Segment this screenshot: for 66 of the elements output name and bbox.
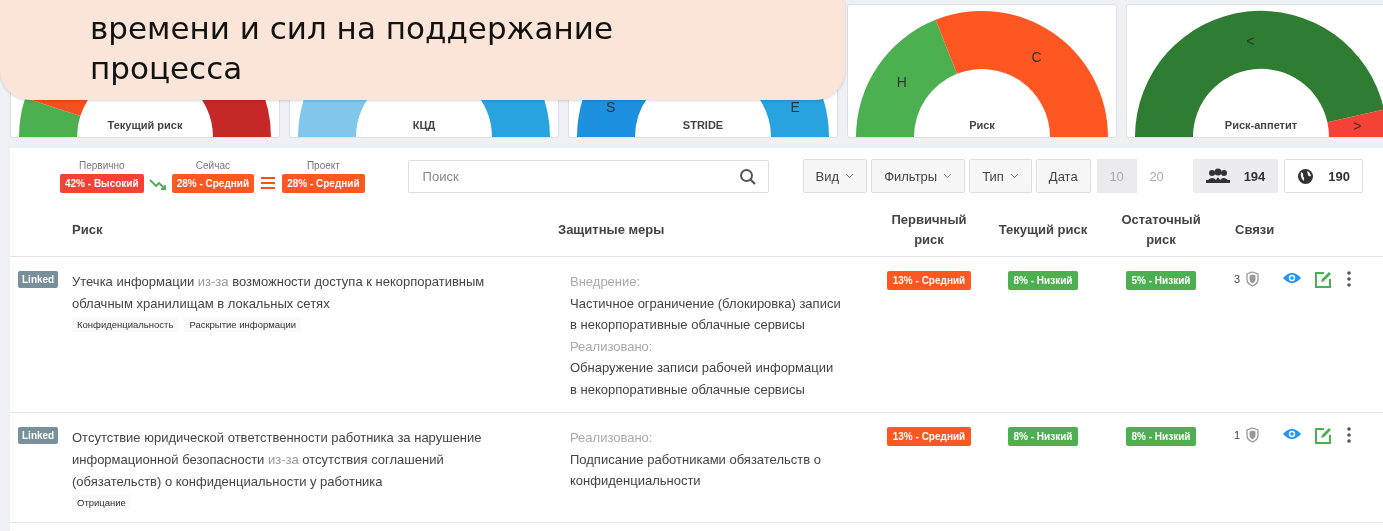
risk-badge: 8% - Низкий — [1007, 427, 1079, 446]
counter-button[interactable]: 190 — [1284, 159, 1364, 193]
callout-text: времени и сил на поддержание процесса — [90, 9, 614, 88]
people-icon — [1205, 168, 1230, 184]
segment-label: < — [1246, 32, 1255, 49]
chevron-down-icon — [943, 173, 953, 179]
risk-tag: Раскрытие информации — [184, 317, 302, 332]
risk-tag: Конфиденциальность — [72, 317, 179, 332]
gauge-title: КЦД — [412, 119, 436, 131]
risk-badge: 8% - Низкий — [1007, 271, 1079, 290]
shield-icon — [1246, 427, 1260, 443]
measure-status: Внедрение: — [570, 273, 642, 291]
column-header: Первичный риск — [890, 211, 968, 249]
chevron-down-icon — [845, 173, 855, 179]
column-header: Связи — [1234, 221, 1276, 239]
globe-icon — [1297, 167, 1315, 185]
segment-label: Н — [896, 74, 907, 91]
edit-icon[interactable] — [1314, 271, 1332, 289]
shield-icon — [1246, 271, 1260, 287]
summary-label: Проект — [306, 159, 340, 171]
column-header: Риск — [72, 221, 104, 239]
links-count: 1 — [1234, 429, 1241, 441]
summary-label: Первично — [79, 159, 125, 171]
segment-label: S — [606, 99, 616, 116]
column-header: Защитные меры — [558, 221, 666, 239]
measure-status: Реализовано: — [570, 337, 654, 356]
risk-badge: 8% - Низкий — [1125, 427, 1197, 446]
counter-button[interactable]: 194 — [1192, 159, 1279, 193]
more-icon[interactable] — [1347, 427, 1351, 443]
risk-tag: Отрицание — [72, 495, 131, 510]
eye-icon[interactable] — [1282, 427, 1302, 441]
risk-badge: 5% - Низкий — [1125, 271, 1197, 290]
gauge-title: Риск-аппетит — [1224, 119, 1298, 131]
segment-label: С — [1031, 48, 1042, 65]
risk-badge: 42% - Высокий — [60, 173, 144, 193]
risk-title[interactable]: Утечка информации из-за возможности доступа к некорпоративным облачным хранилищам в локальных сетях — [72, 271, 527, 315]
filter-button[interactable]: Дата — [1035, 159, 1091, 193]
measure-text: Частичное ограничение (блокировка) записи в некорпоративные облачные сервисы — [570, 294, 842, 334]
filter-button[interactable]: Вид — [802, 159, 868, 193]
chevron-down-icon — [1009, 173, 1019, 179]
gauge-title: Риск — [969, 119, 995, 131]
filter-button[interactable]: Тип — [969, 159, 1032, 193]
links-count: 3 — [1234, 273, 1241, 285]
risk-badge: 13% - Средний — [886, 271, 972, 290]
eye-icon[interactable] — [1282, 271, 1302, 285]
edit-icon[interactable] — [1314, 427, 1332, 445]
measure-status: Реализовано: — [570, 429, 654, 447]
search-field[interactable]: Поиск — [407, 159, 769, 193]
linked-badge: Linked — [18, 427, 59, 444]
gauge-title: Текущий риск — [107, 119, 183, 131]
gauge-title: STRIDE — [682, 119, 724, 131]
measure-text: Подписание работниками обязательств о конфиденциальности — [570, 450, 822, 490]
risk-title[interactable]: Отсутствие юридической ответственности работника за нарушение информационной безопасности из-за отсутствия соглашений (обязательств) о конфиденциальности у работника — [72, 427, 527, 493]
summary-label: Сейчас — [195, 159, 230, 171]
column-header: Остаточный риск — [1120, 211, 1202, 249]
risk-badge: 13% - Средний — [886, 427, 972, 446]
search-icon — [738, 167, 757, 186]
segment-label: > — [1353, 118, 1362, 135]
risk-badge: 28% - Средний — [282, 173, 365, 193]
segment-label: E — [790, 99, 800, 116]
risk-badge: 28% - Средний — [171, 173, 255, 193]
more-icon[interactable] — [1347, 271, 1351, 287]
measure-text: Обнаружение записи рабочей информации в некорпоративные облачные сервисы — [570, 359, 835, 399]
filter-button[interactable]: Фильтры — [871, 159, 966, 193]
linked-badge: Linked — [18, 271, 59, 288]
column-header: Текущий риск — [997, 221, 1089, 239]
